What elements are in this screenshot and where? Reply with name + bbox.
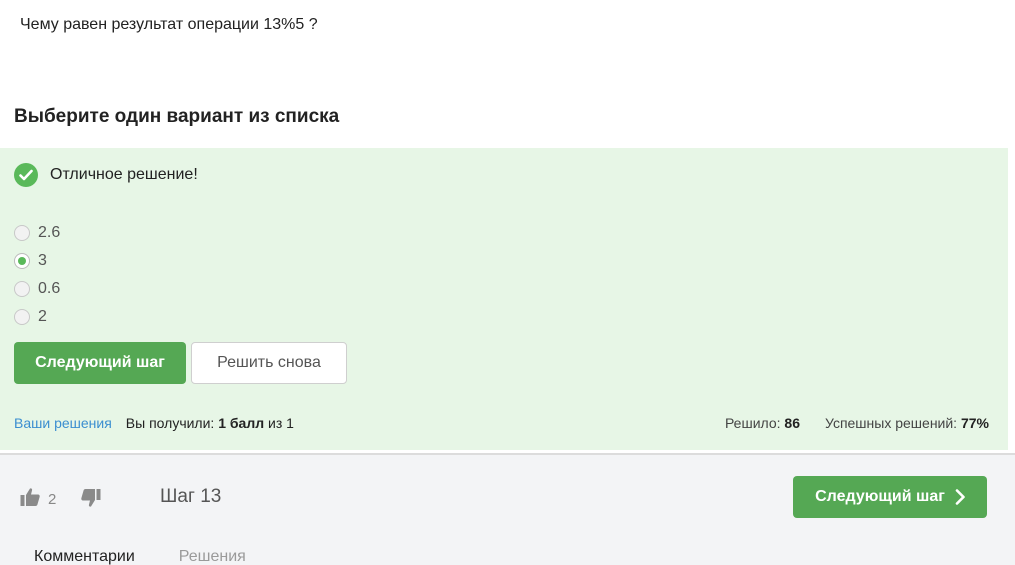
dislike-button[interactable] <box>81 488 101 513</box>
like-button[interactable]: 2 <box>20 487 56 512</box>
retry-button[interactable]: Решить снова <box>191 342 347 384</box>
radio-button[interactable] <box>14 309 30 325</box>
like-count: 2 <box>48 491 57 508</box>
option-4[interactable]: 2 <box>14 303 60 331</box>
thumbs-down-icon <box>81 489 101 512</box>
option-label: 0.6 <box>38 280 61 297</box>
result-panel: Отличное решение! 2.6 3 0.6 2 Следующий … <box>0 148 1008 450</box>
footer-next-label: Следующий шаг <box>815 488 945 505</box>
score-summary: Ваши решения Вы получили: 1 балл из 1 <box>14 415 294 431</box>
discussion-tabs: Комментарии Решения <box>34 548 246 565</box>
score-total: из 1 <box>268 415 294 431</box>
solve-stats: Решило: 86 Успешных решений: 77% <box>725 415 989 431</box>
option-label: 2 <box>38 308 47 325</box>
success-label: Успешных решений: <box>824 415 958 431</box>
option-2[interactable]: 3 <box>14 247 60 275</box>
option-1[interactable]: 2.6 <box>14 219 60 247</box>
tab-comments[interactable]: Комментарии <box>34 548 135 565</box>
check-icon <box>14 163 38 187</box>
option-3[interactable]: 0.6 <box>14 275 60 303</box>
solved-label: Решило: <box>724 415 781 431</box>
step-title: Шаг 13 <box>160 486 222 507</box>
options-list: 2.6 3 0.6 2 <box>14 219 60 331</box>
received-label: Вы получили: <box>125 415 215 431</box>
chevron-right-icon <box>955 489 965 505</box>
option-label: 3 <box>38 252 47 269</box>
option-label: 2.6 <box>38 224 61 241</box>
radio-button-selected[interactable] <box>14 253 30 269</box>
page: Чему равен результат операции 13%5 ? Выб… <box>0 0 1015 565</box>
thumbs-up-icon <box>20 487 40 512</box>
radio-button[interactable] <box>14 225 30 241</box>
feedback-message: Отличное решение! <box>14 163 198 187</box>
radio-button[interactable] <box>14 281 30 297</box>
next-step-button[interactable]: Следующий шаг <box>14 342 186 384</box>
score-value: 1 балл <box>218 415 265 431</box>
solved-count: 86 <box>784 415 800 431</box>
success-rate: 77% <box>960 415 989 431</box>
tab-solutions[interactable]: Решения <box>179 548 246 565</box>
prompt-title: Выберите один вариант из списка <box>14 106 340 127</box>
footer-next-step-button[interactable]: Следующий шаг <box>793 476 987 518</box>
question-text: Чему равен результат операции 13%5 ? <box>20 16 318 33</box>
feedback-text: Отличное решение! <box>50 166 198 183</box>
step-footer: 2 Шаг 13 Следующий шаг Комментарии Решен… <box>0 455 1015 565</box>
your-solutions-link[interactable]: Ваши решения <box>14 415 112 431</box>
